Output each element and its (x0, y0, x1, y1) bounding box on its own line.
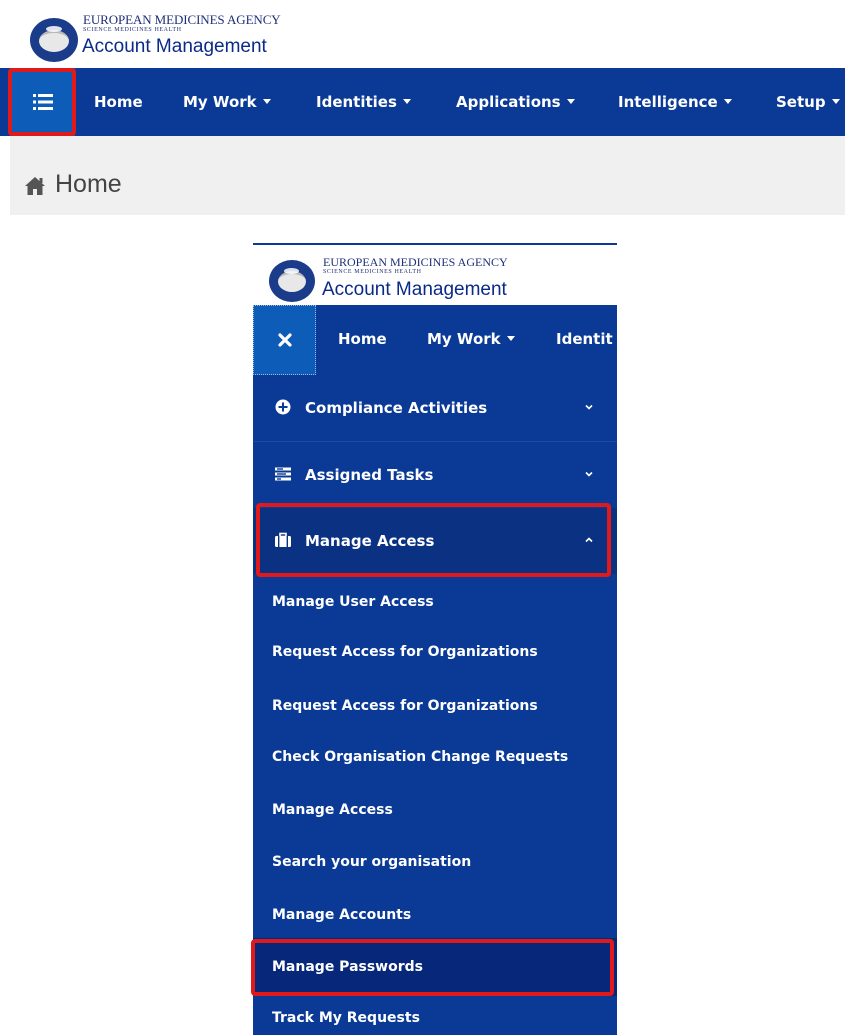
caret-down-icon (723, 99, 732, 104)
agency-name: EUROPEAN MEDICINES AGENCY (83, 12, 281, 27)
chevron-down-icon (585, 471, 593, 477)
app-header: EUROPEAN MEDICINES AGENCY SCIENCE MEDICI… (253, 245, 617, 305)
nav-applications[interactable]: Applications (456, 68, 575, 136)
app-title: Account Management (322, 279, 507, 300)
caret-down-icon (506, 336, 515, 341)
menu-assigned-tasks[interactable]: Assigned Tasks (253, 441, 617, 507)
nav-my-work[interactable]: My Work (427, 305, 515, 373)
nav-home[interactable]: Home (94, 68, 143, 136)
breadcrumb-home[interactable]: Home (55, 170, 122, 199)
agency-name: EUROPEAN MEDICINES AGENCY (323, 255, 508, 269)
submenu-manage-access[interactable]: Manage Access (253, 781, 617, 839)
highlight-manage-passwords (251, 939, 614, 996)
agency-tagline: SCIENCE MEDICINES HEALTH (323, 269, 422, 275)
nav-identities[interactable]: Identities (316, 68, 411, 136)
close-icon (277, 333, 292, 347)
tasks-icon (275, 467, 291, 481)
nav-identities[interactable]: Identit (556, 305, 613, 373)
caret-down-icon (831, 99, 840, 104)
caret-down-icon (566, 99, 575, 104)
caret-down-icon (262, 99, 271, 104)
submenu-request-access-organizations-2[interactable]: Request Access for Organizations (253, 677, 617, 735)
expanded-menu-screenshot: EUROPEAN MEDICINES AGENCY SCIENCE MEDICI… (253, 243, 617, 1035)
submenu-request-access-organizations[interactable]: Request Access for Organizations (253, 623, 617, 681)
nav-home[interactable]: Home (338, 305, 387, 373)
highlight-menu-toggle (8, 68, 76, 136)
plus-circle-icon (275, 399, 291, 415)
submenu-search-organisation[interactable]: Search your organisation (253, 833, 617, 891)
chevron-down-icon (585, 404, 593, 410)
highlight-manage-access (256, 503, 611, 577)
nav-intelligence[interactable]: Intelligence (618, 68, 732, 136)
nav-setup[interactable]: Setup (776, 68, 840, 136)
caret-down-icon (402, 99, 411, 104)
home-icon (25, 177, 45, 195)
menu-compliance-activities[interactable]: Compliance Activities (253, 375, 617, 441)
app-header: EUROPEAN MEDICINES AGENCY SCIENCE MEDICI… (0, 0, 845, 68)
agency-tagline: SCIENCE MEDICINES HEALTH (83, 27, 182, 33)
breadcrumb (10, 136, 845, 215)
nav-my-work[interactable]: My Work (183, 68, 271, 136)
menu-close-button[interactable] (253, 305, 316, 375)
app-title: Account Management (82, 36, 267, 57)
ema-logo-icon (30, 18, 78, 62)
submenu-check-org-change-requests[interactable]: Check Organisation Change Requests (253, 728, 617, 786)
submenu-manage-accounts[interactable]: Manage Accounts (253, 886, 617, 944)
ema-logo-icon (269, 260, 315, 302)
